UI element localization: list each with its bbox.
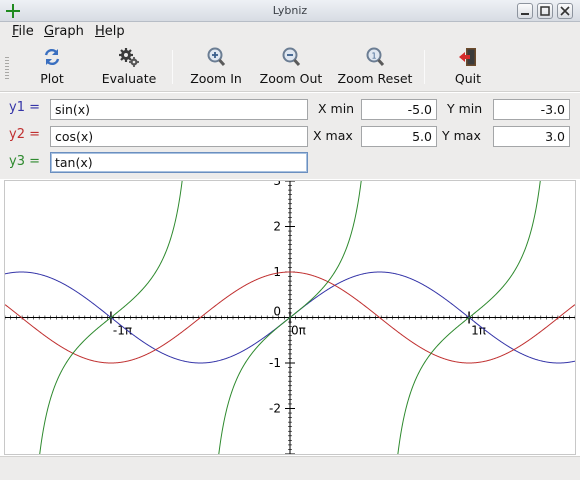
y1-input[interactable] (50, 99, 308, 120)
y-tick-label: 0 (273, 305, 281, 319)
x-tick-label: 0π (291, 324, 306, 338)
y-tick-label: 1 (273, 265, 281, 279)
title-bar[interactable]: Lybniz (0, 0, 580, 22)
xmin-label: X min (318, 101, 355, 116)
evaluate-label: Evaluate (101, 71, 157, 86)
zoom-out-icon (282, 47, 301, 67)
minimize-button[interactable] (517, 3, 533, 19)
toolbar: Plot Evaluate Zoom In Zoom Out 1 Zoom Re… (0, 42, 580, 92)
y2-input[interactable] (50, 126, 308, 147)
maximize-icon (540, 6, 550, 16)
zoom-reset-label: Zoom Reset (337, 71, 413, 86)
gears-icon (119, 48, 139, 67)
xmax-input[interactable] (361, 126, 437, 147)
menu-file[interactable]: File (12, 24, 34, 39)
toolbar-separator (172, 50, 173, 84)
x-tick-label: -1π (113, 324, 132, 338)
menu-help-label: elp (104, 24, 125, 39)
y-tick-label: 2 (273, 220, 281, 234)
zoom-in-button[interactable]: Zoom In (186, 46, 246, 88)
window-title: Lybniz (272, 4, 308, 17)
y1-label: y1 = (9, 100, 40, 115)
menu-graph-mnemonic: G (44, 24, 55, 39)
menu-file-label: ile (18, 24, 34, 39)
zoom-out-label: Zoom Out (259, 71, 323, 86)
plot-button[interactable]: Plot (30, 46, 74, 88)
y-tick-label: -1 (269, 356, 281, 370)
ymax-input[interactable] (493, 126, 570, 147)
zoom-in-icon (207, 47, 226, 67)
function-form: y1 = y2 = y3 = X min X max Y min Y max (0, 93, 580, 179)
ymin-label: Y min (447, 101, 483, 116)
menu-bar: File Graph Help (0, 22, 580, 42)
zoom-reset-icon: 1 (366, 47, 385, 67)
quit-button[interactable]: Quit (448, 46, 488, 88)
menu-graph[interactable]: Graph (44, 24, 84, 39)
graph-canvas[interactable]: 3 2 1 0 -1 -2 -1π 0π 1π (4, 160, 576, 475)
function-plot: 3210-1-2-1π 0π 1π (4, 160, 576, 475)
close-button[interactable] (557, 3, 573, 19)
y3-input[interactable] (50, 152, 308, 173)
ymin-input[interactable] (493, 99, 570, 120)
zoom-reset-button[interactable]: 1 Zoom Reset (334, 46, 416, 88)
ymax-label: Y max (442, 128, 481, 143)
menu-help[interactable]: Help (95, 24, 125, 39)
exit-door-icon (459, 48, 476, 66)
svg-text:1: 1 (371, 52, 376, 61)
plot-label: Plot (40, 71, 64, 86)
quit-label: Quit (454, 71, 482, 86)
close-icon (560, 6, 570, 16)
menu-graph-label: raph (54, 24, 84, 39)
zoom-out-button[interactable]: Zoom Out (256, 46, 326, 88)
maximize-button[interactable] (537, 3, 553, 19)
menu-help-mnemonic: H (95, 24, 105, 39)
toolbar-separator (424, 50, 425, 84)
y-tick-label: -2 (269, 402, 281, 416)
status-bar (0, 456, 580, 480)
refresh-icon (44, 48, 60, 66)
xmax-label: X max (313, 128, 353, 143)
toolbar-grip[interactable] (5, 57, 9, 79)
y-tick-label: 3 (273, 181, 281, 188)
minimize-icon (521, 13, 529, 15)
y2-label: y2 = (9, 127, 40, 142)
y3-label: y3 = (9, 154, 40, 169)
xmin-input[interactable] (361, 99, 437, 120)
zoom-in-label: Zoom In (190, 71, 242, 86)
evaluate-button[interactable]: Evaluate (96, 46, 162, 88)
